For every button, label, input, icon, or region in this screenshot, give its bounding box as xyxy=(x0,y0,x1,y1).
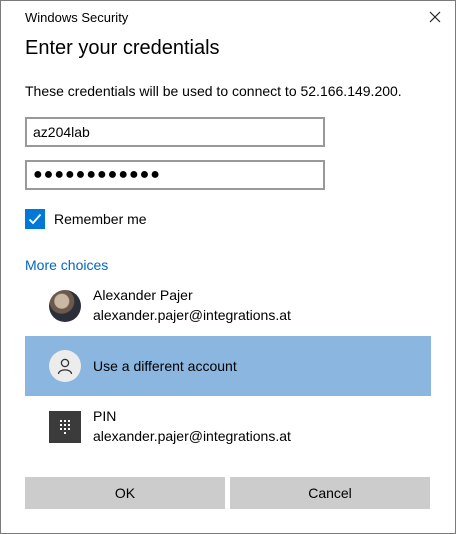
choice-name: Alexander Pajer xyxy=(93,287,193,303)
dialog-description: These credentials will be used to connec… xyxy=(25,83,402,99)
close-button[interactable] xyxy=(425,7,445,27)
choice-email: alexander.pajer@integrations.at xyxy=(93,307,291,323)
title-bar: Windows Security xyxy=(1,1,455,33)
choice-pin[interactable]: PIN alexander.pajer@integrations.at xyxy=(25,397,431,457)
choice-different-account[interactable]: Use a different account xyxy=(25,336,431,396)
window-title: Windows Security xyxy=(25,10,129,25)
checkbox-checked-icon xyxy=(25,209,45,229)
choice-name: PIN xyxy=(93,408,117,424)
credentials-dialog: Windows Security Enter your credentials … xyxy=(0,0,456,534)
close-icon xyxy=(429,11,441,23)
choice-email: alexander.pajer@integrations.at xyxy=(93,428,291,444)
password-input[interactable] xyxy=(25,160,325,190)
user-avatar-icon xyxy=(49,290,81,322)
username-input[interactable] xyxy=(25,117,325,147)
person-icon xyxy=(49,350,81,382)
dialog-heading: Enter your credentials xyxy=(25,37,220,59)
remember-me-checkbox[interactable]: Remember me xyxy=(25,209,147,229)
remember-me-label: Remember me xyxy=(54,211,147,227)
choice-label: Use a different account xyxy=(93,358,237,374)
choice-saved-account[interactable]: Alexander Pajer alexander.pajer@integrat… xyxy=(25,276,431,336)
pin-keypad-icon xyxy=(49,411,81,443)
ok-button[interactable]: OK xyxy=(25,477,225,509)
cancel-button[interactable]: Cancel xyxy=(230,477,430,509)
more-choices-link[interactable]: More choices xyxy=(25,257,108,273)
